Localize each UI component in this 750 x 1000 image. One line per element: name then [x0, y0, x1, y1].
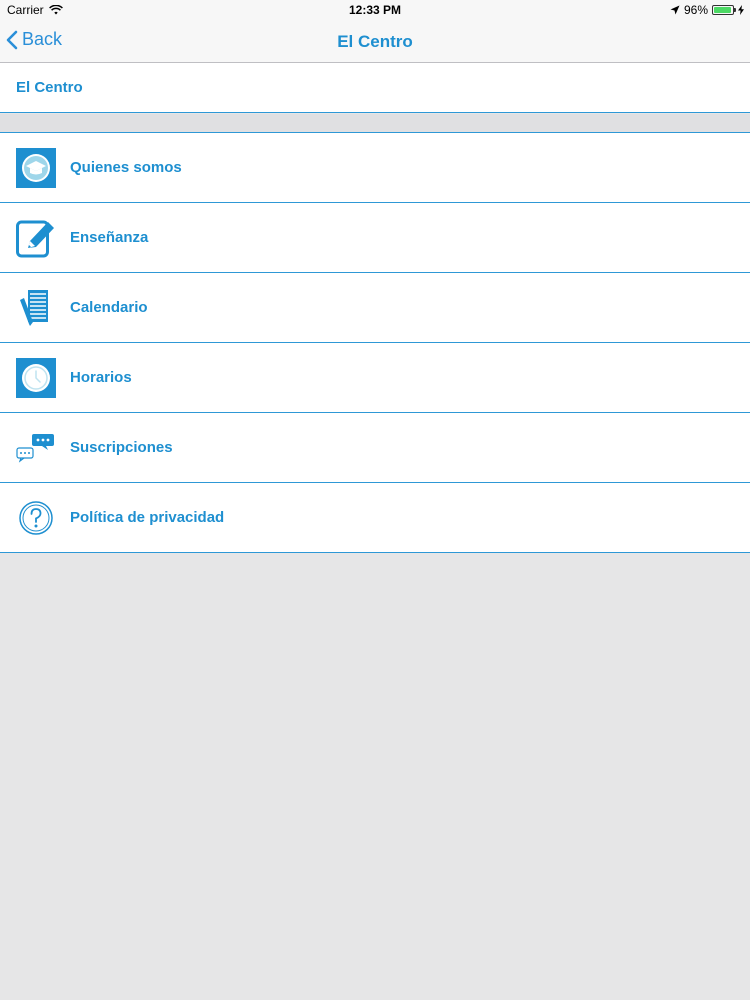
section-separator: [0, 114, 750, 133]
edit-pencil-icon: [16, 218, 56, 258]
charging-bolt-icon: [738, 5, 744, 15]
help-question-icon: [16, 498, 56, 538]
battery-icon: [712, 5, 736, 15]
menu-item-quienes-somos[interactable]: Quienes somos: [0, 133, 750, 203]
status-time: 12:33 PM: [348, 3, 402, 17]
menu-item-label: Horarios: [70, 369, 132, 386]
calendar-notebook-icon: [16, 288, 56, 328]
battery-percent: 96%: [683, 3, 708, 17]
menu-item-label: Suscripciones: [70, 439, 173, 456]
section-header-label: El Centro: [16, 79, 83, 96]
menu-item-calendario[interactable]: Calendario: [0, 273, 750, 343]
menu-item-suscripciones[interactable]: Suscripciones: [0, 413, 750, 483]
navigation-bar: Back El Centro: [0, 22, 750, 63]
graduation-cap-icon: [16, 148, 56, 188]
battery-fill: [714, 7, 732, 13]
status-bar: Carrier 12:33 PM 96%: [0, 0, 750, 22]
menu-item-label: Calendario: [70, 299, 148, 316]
menu-item-ensenanza[interactable]: Enseñanza: [0, 203, 750, 273]
menu-item-horarios[interactable]: Horarios: [0, 343, 750, 413]
menu-list: Quienes somos Enseñanza Calendario Horar…: [0, 133, 750, 553]
status-right: 96%: [670, 3, 744, 17]
chat-bubbles-icon: [16, 428, 56, 468]
clock-icon: [16, 358, 56, 398]
menu-item-label: Política de privacidad: [70, 509, 225, 526]
location-arrow-icon: [670, 5, 680, 15]
menu-item-label: Quienes somos: [70, 159, 182, 176]
menu-item-label: Enseñanza: [70, 229, 149, 246]
menu-item-politica-de-privacidad[interactable]: Política de privacidad: [0, 483, 750, 553]
page-title: El Centro: [337, 32, 413, 51]
section-header: El Centro: [0, 63, 750, 113]
